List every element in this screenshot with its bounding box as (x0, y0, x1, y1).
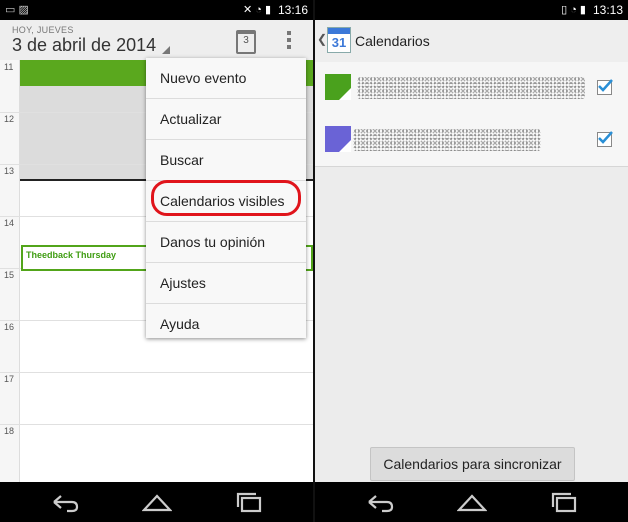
navigation-bar (315, 482, 628, 522)
recents-icon[interactable] (234, 490, 264, 514)
calendar-row[interactable] (315, 114, 628, 167)
date-label[interactable]: 3 de abril de 2014 (12, 35, 156, 56)
calendar-color-swatch (325, 74, 351, 100)
action-bar: ❮ 31 Calendarios (315, 20, 628, 63)
back-icon[interactable] (365, 490, 395, 514)
date-dropdown-icon[interactable] (162, 46, 170, 54)
navigation-bar (0, 482, 313, 522)
calendars-to-sync-button[interactable]: Calendarios para sincronizar (370, 447, 575, 481)
calendar-app-icon[interactable]: 31 (327, 27, 351, 53)
recents-icon[interactable] (549, 490, 579, 514)
menu-item-label: Ayuda (160, 316, 200, 332)
page-title: Calendarios (355, 33, 430, 49)
status-bar: ▭ ▨ ✕ ◔ ▮ 13:16 (0, 0, 313, 20)
calendar-header[interactable]: HOY, JUEVES 3 de abril de 2014 3 (0, 20, 313, 61)
menu-item-help[interactable]: Ayuda (146, 304, 306, 344)
hour-label: 16 (4, 322, 15, 332)
hour-label: 12 (4, 114, 15, 124)
day-label: HOY, JUEVES (12, 25, 74, 35)
calendar-color-swatch (325, 126, 351, 152)
redacted-calendar-name (357, 77, 585, 99)
menu-item-search[interactable]: Buscar (146, 140, 306, 181)
notification-icons: ▭ ▨ (5, 4, 29, 16)
status-icons: ▯ ◔ ▮ (561, 4, 586, 16)
hour-label: 17 (4, 374, 15, 384)
up-chevron-icon[interactable]: ❮ (317, 32, 327, 46)
status-bar: ▯ ◔ ▮ 13:13 (315, 0, 628, 20)
overflow-menu-icon[interactable] (287, 31, 291, 52)
calendar-checkbox[interactable] (597, 131, 613, 147)
calendar-screen: ▭ ▨ ✕ ◔ ▮ 13:16 HOY, JUEVES 3 de abril d… (0, 0, 313, 522)
calendar-row[interactable] (315, 62, 628, 115)
menu-item-new-event[interactable]: Nuevo evento (146, 58, 306, 99)
menu-item-settings[interactable]: Ajustes (146, 263, 306, 304)
home-icon[interactable] (457, 490, 487, 514)
calendar-checkbox[interactable] (597, 79, 613, 95)
red-highlight-circle (151, 180, 301, 216)
today-icon[interactable]: 3 (236, 30, 256, 54)
back-icon[interactable] (50, 490, 80, 514)
status-time: 13:16 (277, 3, 308, 17)
event-title: Theedback Thursday (26, 250, 117, 260)
menu-item-label: Actualizar (160, 111, 222, 127)
menu-item-refresh[interactable]: Actualizar (146, 99, 306, 140)
calendar-icon-number: 31 (331, 35, 347, 50)
hour-line (0, 424, 313, 425)
status-time: 13:13 (592, 3, 623, 17)
redacted-calendar-name (353, 129, 541, 151)
hour-line (0, 372, 313, 373)
calendars-screen: ▯ ◔ ▮ 13:13 ❮ 31 Calendarios Calendarios… (315, 0, 628, 522)
hour-label: 15 (4, 270, 15, 280)
menu-item-label: Buscar (160, 152, 204, 168)
hour-label: 14 (4, 218, 15, 228)
menu-item-feedback[interactable]: Danos tu opinión (146, 222, 306, 263)
hour-label: 11 (4, 62, 14, 72)
home-icon[interactable] (142, 490, 172, 514)
hour-label: 13 (4, 166, 15, 176)
menu-item-label: Ajustes (160, 275, 206, 291)
status-icons: ✕ ◔ ▮ (242, 4, 271, 16)
menu-item-label: Danos tu opinión (160, 234, 266, 250)
hour-label: 18 (4, 426, 15, 436)
menu-item-label: Nuevo evento (160, 70, 247, 86)
